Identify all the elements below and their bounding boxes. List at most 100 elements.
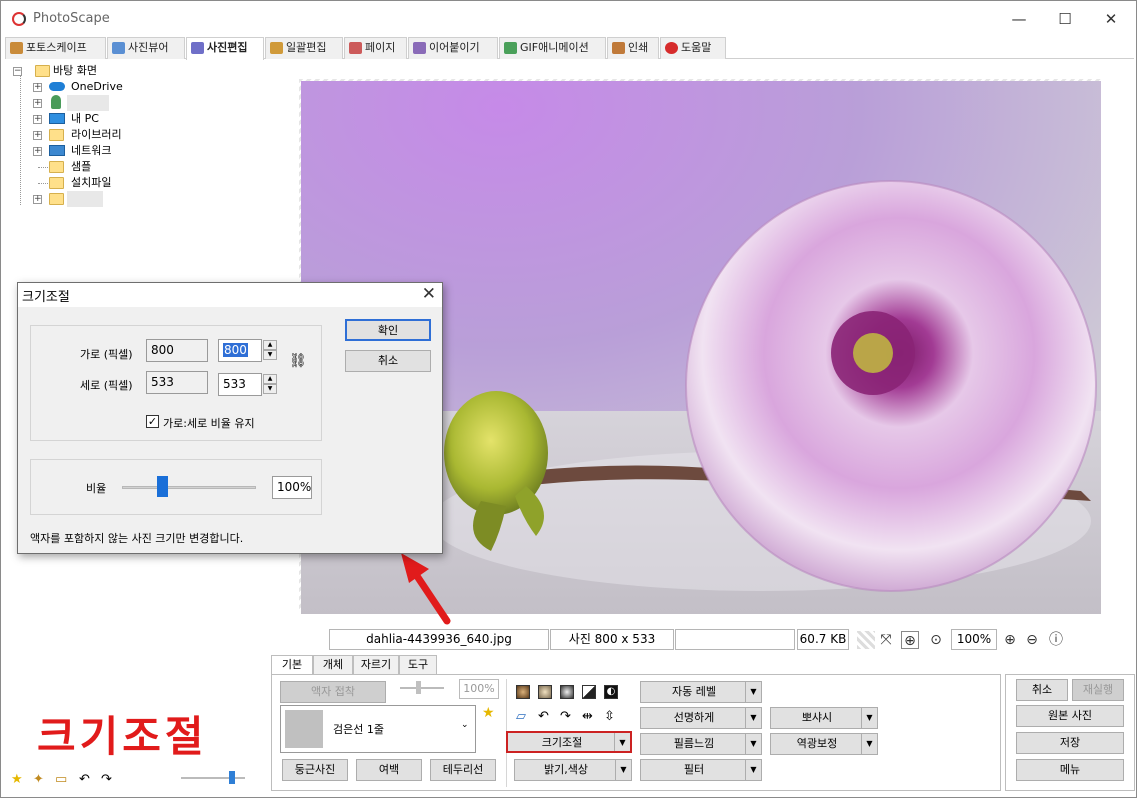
folder-icon	[49, 193, 64, 205]
main-tab-strip: 포토스케이프 사진뷰어 사진편집 일괄편집 페이지 이어붙이기 GIF애니메이션	[5, 37, 1134, 60]
ok-button[interactable]: 확인	[345, 319, 431, 341]
expand-icon[interactable]: +	[33, 147, 42, 156]
resize-button[interactable]: 크기조절 ▼	[506, 731, 632, 753]
tab-combine[interactable]: 이어붙이기	[408, 37, 498, 59]
thumbnail-size-slider[interactable]	[181, 777, 245, 779]
tab-viewer[interactable]: 사진뷰어	[107, 37, 185, 59]
original-photo-button[interactable]: 원본 사진	[1016, 705, 1124, 727]
fit-screen-icon[interactable]: ⤧	[877, 631, 895, 649]
original-height-field: 533	[146, 371, 208, 394]
vintage-icon[interactable]	[538, 685, 552, 699]
zoom-in-icon[interactable]: ⊕	[1001, 631, 1019, 649]
link-chain-icon[interactable]: ⛓	[289, 353, 307, 369]
status-filename: dahlia-4439936_640.jpg	[329, 629, 549, 650]
tab-basic[interactable]: 기본	[271, 655, 313, 676]
new-width-input[interactable]: 800	[218, 339, 262, 362]
frame-selector[interactable]: 검은선 1줄 ⌄	[280, 705, 476, 753]
zoom-level[interactable]: 100%	[951, 629, 997, 650]
border-button[interactable]: 테두리선	[430, 759, 496, 781]
bloom-button[interactable]: 뽀샤시 ▼	[770, 707, 878, 729]
expand-icon[interactable]: +	[33, 115, 42, 124]
minimize-button[interactable]: —	[996, 1, 1042, 37]
close-button[interactable]: ✕	[1088, 1, 1134, 37]
status-bar: dahlia-4439936_640.jpg 사진 800 x 533 60.7…	[271, 629, 1135, 651]
tab-page[interactable]: 페이지	[344, 37, 407, 59]
star-icon[interactable]: ★	[11, 772, 23, 787]
tab-photoscape[interactable]: 포토스케이프	[5, 37, 106, 59]
dropdown-arrow-icon[interactable]: ▼	[745, 708, 761, 728]
expand-icon[interactable]: +	[33, 99, 42, 108]
dropdown-arrow-icon[interactable]: ▼	[615, 760, 631, 780]
zoom-out-icon[interactable]: ⊖	[1023, 631, 1041, 649]
favorites-icon[interactable]: ✦	[33, 772, 44, 787]
ratio-value-input[interactable]: 100%	[272, 476, 312, 499]
black-white-icon[interactable]	[582, 685, 596, 699]
filter-button[interactable]: 필터 ▼	[640, 759, 762, 781]
rotate-right-icon[interactable]: ↷	[560, 709, 571, 724]
dropdown-arrow-icon[interactable]: ▼	[861, 734, 877, 754]
zoom-reset-icon[interactable]: ⊙	[927, 631, 945, 649]
rotate-left-icon[interactable]: ↶	[538, 709, 549, 724]
forward-arrow-icon[interactable]: ↷	[101, 772, 112, 787]
menu-button[interactable]: 메뉴	[1016, 759, 1124, 781]
tab-help[interactable]: 도움말	[660, 37, 726, 59]
auto-level-button[interactable]: 자동 레벨 ▼	[640, 681, 762, 703]
dialog-close-icon[interactable]: ✕	[422, 284, 436, 304]
folder-open-icon[interactable]: ▭	[55, 772, 67, 787]
sepia-icon[interactable]	[516, 685, 530, 699]
new-height-input[interactable]: 533	[218, 373, 262, 396]
tab-gif[interactable]: GIF애니메이션	[499, 37, 606, 59]
flip-horizontal-icon[interactable]: ⇹	[582, 709, 593, 724]
width-spin-down[interactable]: ▼	[263, 350, 277, 360]
cancel-button[interactable]: 취소	[345, 350, 431, 372]
expand-icon[interactable]: +	[33, 131, 42, 140]
sharpen-button[interactable]: 선명하게 ▼	[640, 707, 762, 729]
save-button[interactable]: 저장	[1016, 732, 1124, 754]
slider-thumb[interactable]	[416, 681, 421, 694]
undo-button[interactable]: 취소	[1016, 679, 1068, 701]
slider-thumb[interactable]	[229, 771, 235, 784]
collapse-icon[interactable]: −	[13, 67, 22, 76]
margin-button[interactable]: 여백	[356, 759, 422, 781]
straighten-icon[interactable]: ▱	[516, 709, 526, 724]
expand-icon[interactable]: +	[33, 83, 42, 92]
tab-tools[interactable]: 도구	[399, 655, 437, 675]
dropdown-arrow-icon[interactable]: ▼	[861, 708, 877, 728]
width-spin-up[interactable]: ▲	[263, 340, 277, 350]
dropdown-arrow-icon[interactable]: ▼	[614, 733, 630, 751]
back-arrow-icon[interactable]: ↶	[79, 772, 90, 787]
width-label: 가로 (픽셀)	[80, 348, 133, 361]
expand-icon[interactable]: +	[33, 195, 42, 204]
apply-frame-button[interactable]: 액자 접착	[280, 681, 386, 703]
favorite-star-icon[interactable]: ★	[482, 705, 495, 721]
info-icon[interactable]: ⓘ	[1047, 631, 1065, 649]
dropdown-arrow-icon[interactable]: ▼	[745, 682, 761, 702]
height-label: 세로 (픽셀)	[80, 379, 133, 392]
redo-button[interactable]: 재실행	[1072, 679, 1124, 701]
tab-print[interactable]: 인쇄	[607, 37, 659, 59]
frame-opacity-value[interactable]: 100%	[459, 679, 499, 699]
dropdown-arrow-icon[interactable]: ▼	[745, 760, 761, 780]
maximize-button[interactable]: ☐	[1042, 1, 1088, 37]
actual-size-icon[interactable]: ⊕	[901, 631, 919, 649]
viewer-icon	[112, 42, 125, 54]
height-spin-up[interactable]: ▲	[263, 374, 277, 384]
grayscale-icon[interactable]	[560, 685, 574, 699]
tab-editor[interactable]: 사진편집	[186, 37, 264, 60]
backlight-button[interactable]: 역광보정 ▼	[770, 733, 878, 755]
ratio-slider-thumb[interactable]	[157, 476, 169, 497]
ratio-slider[interactable]	[122, 486, 256, 489]
frame-opacity-slider[interactable]	[400, 687, 444, 689]
negative-icon[interactable]: ◐	[604, 685, 618, 699]
tab-batch[interactable]: 일괄편집	[265, 37, 343, 59]
film-effect-button[interactable]: 필름느낌 ▼	[640, 733, 762, 755]
height-spin-down[interactable]: ▼	[263, 384, 277, 394]
dropdown-arrow-icon[interactable]: ▼	[745, 734, 761, 754]
flip-vertical-icon[interactable]: ⇳	[604, 709, 615, 724]
brightness-color-button[interactable]: 밝기,색상 ▼	[514, 759, 632, 781]
keep-ratio-checkbox[interactable]: ✓	[146, 415, 159, 428]
tab-crop[interactable]: 자르기	[353, 655, 399, 675]
round-photo-button[interactable]: 둥근사진	[282, 759, 348, 781]
tab-object[interactable]: 개체	[313, 655, 353, 675]
transparency-icon[interactable]	[857, 631, 875, 649]
